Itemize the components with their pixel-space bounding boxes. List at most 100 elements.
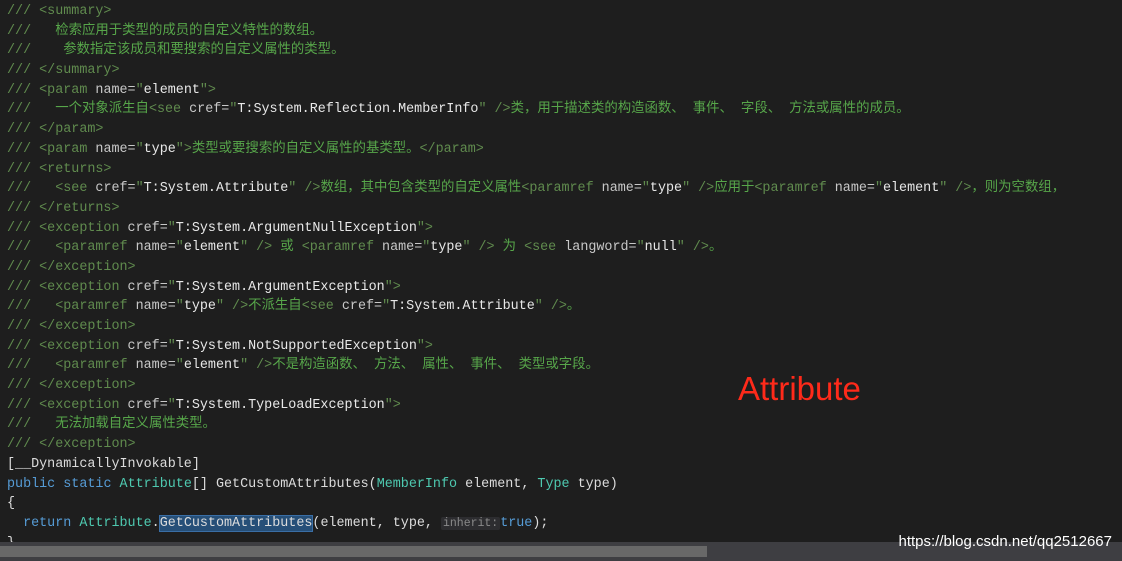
code-token: /// xyxy=(7,220,32,236)
code-line[interactable]: /// <exception cref="T:System.ArgumentNu… xyxy=(7,219,1065,239)
code-line[interactable]: /// <paramref name="element" />不是构造函数、 方… xyxy=(7,356,1065,376)
code-token: ); xyxy=(532,515,549,531)
code-line[interactable]: /// 参数指定该成员和要搜索的自定义属性的类型。 xyxy=(7,41,1065,61)
code-token: 不派生自 xyxy=(248,299,302,315)
code-token: /// xyxy=(7,378,32,394)
code-token: " /> xyxy=(462,240,495,256)
code-token: cref= xyxy=(127,338,168,354)
code-token: name= xyxy=(601,181,642,197)
code-line[interactable]: /// 无法加载自定义属性类型。 xyxy=(7,415,1065,435)
code-token: </param> xyxy=(31,122,104,138)
code-token: [] GetCustomAttributes( xyxy=(191,476,377,492)
code-token: " xyxy=(175,358,184,374)
code-token: MemberInfo xyxy=(376,476,458,492)
code-token: "> xyxy=(199,82,216,98)
code-token: /// xyxy=(7,102,32,118)
code-token: return xyxy=(23,515,72,531)
code-line[interactable]: /// <paramref name="element" /> 或 <param… xyxy=(7,238,1065,258)
code-editor[interactable]: /// <summary>/// 检索应用于类型的成员的自定义特性的数组。///… xyxy=(7,2,1065,553)
code-token: 。 xyxy=(566,299,581,315)
code-line[interactable]: /// 检索应用于类型的成员的自定义特性的数组。 xyxy=(7,22,1065,42)
code-token: 不是构造函数、 方法、 属性、 事件、 类型或字段。 xyxy=(272,358,599,374)
code-token: /// xyxy=(7,181,32,197)
code-line[interactable]: /// 一个对象派生自<see cref="T:System.Reflectio… xyxy=(7,100,1065,120)
code-line[interactable]: /// <returns> xyxy=(7,160,1065,180)
code-token: " /> xyxy=(215,299,249,315)
code-token: "> xyxy=(416,220,433,236)
code-token: 类型或要搜索的自定义属性的基类型。 xyxy=(191,141,420,157)
code-token: </exception> xyxy=(31,319,136,334)
scrollbar-thumb[interactable] xyxy=(0,546,707,557)
code-token: type xyxy=(649,181,683,197)
code-token: { xyxy=(7,496,16,512)
code-token: 参数指定该成员和要搜索的自定义属性的类型。 xyxy=(31,43,345,59)
code-token: Attribute xyxy=(79,515,152,531)
code-line[interactable]: /// </exception> xyxy=(7,435,1065,455)
code-token: type xyxy=(143,141,176,157)
code-line[interactable]: public static Attribute[] GetCustomAttri… xyxy=(7,475,1065,495)
code-token: /// xyxy=(7,82,32,98)
code-token: Attribute xyxy=(119,476,192,492)
code-token: <paramref xyxy=(521,181,602,197)
code-token: cref= xyxy=(127,279,168,295)
code-token: " xyxy=(636,240,645,256)
code-token: /// xyxy=(7,43,32,59)
code-token: cref= xyxy=(189,102,230,118)
code-token: cref= xyxy=(341,299,383,315)
code-line[interactable]: /// <exception cref="T:System.TypeLoadEx… xyxy=(7,396,1065,416)
code-token: /// xyxy=(7,4,32,19)
code-token: /// xyxy=(7,338,32,354)
code-token: T:System.NotSupportedException xyxy=(175,338,417,354)
code-token: type xyxy=(430,240,463,256)
code-line[interactable]: /// <exception cref="T:System.ArgumentEx… xyxy=(7,278,1065,298)
code-line[interactable]: { xyxy=(7,494,1065,514)
code-token: " xyxy=(167,279,176,295)
code-line[interactable]: /// <paramref name="type" />不派生自<see cre… xyxy=(7,297,1065,317)
code-line[interactable]: /// <summary> xyxy=(7,2,1065,22)
code-token: element xyxy=(183,358,241,374)
code-line[interactable]: return Attribute.GetCustomAttributes(ele… xyxy=(7,514,1065,534)
code-token: name= xyxy=(382,240,423,256)
code-line[interactable]: /// <see cref="T:System.Attribute" />数组，… xyxy=(7,179,1065,199)
code-line[interactable]: /// <param name="type">类型或要搜索的自定义属性的基类型。… xyxy=(7,140,1065,160)
code-token: true xyxy=(500,515,533,531)
code-token: [__DynamicallyInvokable] xyxy=(7,456,200,472)
code-token: /// xyxy=(7,358,32,374)
code-line[interactable]: /// </summary> xyxy=(7,61,1065,81)
code-token: " xyxy=(135,141,144,157)
code-token: <paramref xyxy=(31,240,136,256)
code-token: name= xyxy=(834,181,875,197)
code-line[interactable]: /// <exception cref="T:System.NotSupport… xyxy=(7,337,1065,357)
code-line[interactable]: /// <param name="element"> xyxy=(7,81,1065,101)
code-token: cref= xyxy=(127,220,168,236)
code-line[interactable]: /// </exception> xyxy=(7,376,1065,396)
code-token: </returns> xyxy=(31,200,120,216)
code-line[interactable]: /// </returns> xyxy=(7,199,1065,219)
code-token: T:System.ArgumentNullException xyxy=(175,220,417,236)
code-line[interactable]: /// </exception> xyxy=(7,317,1065,337)
code-token: <summary> xyxy=(31,4,112,19)
code-token: 无法加载自定义属性类型。 xyxy=(31,417,216,433)
code-token: <returns> xyxy=(31,161,112,177)
code-token: name= xyxy=(135,240,176,256)
code-token: type xyxy=(183,299,216,315)
code-token: <exception xyxy=(31,338,128,354)
code-token: 应用于 xyxy=(714,181,755,197)
code-token: " xyxy=(167,220,176,236)
code-token: " xyxy=(135,82,144,98)
code-token: <param xyxy=(31,141,96,157)
code-token: <see xyxy=(31,181,96,197)
code-token: element xyxy=(882,181,940,197)
code-token: element xyxy=(143,82,200,98)
code-token: "> xyxy=(384,279,401,295)
code-token: " /> xyxy=(240,358,273,374)
code-token: name= xyxy=(135,299,176,315)
code-line[interactable]: /// </exception> xyxy=(7,258,1065,278)
selected-text: GetCustomAttributes xyxy=(158,514,314,532)
code-token: public xyxy=(7,476,56,492)
code-token: /// xyxy=(7,279,32,295)
code-token: /// xyxy=(7,259,32,275)
code-token: " /> xyxy=(939,181,972,197)
code-line[interactable]: /// </param> xyxy=(7,120,1065,140)
code-line[interactable]: [__DynamicallyInvokable] xyxy=(7,455,1065,475)
